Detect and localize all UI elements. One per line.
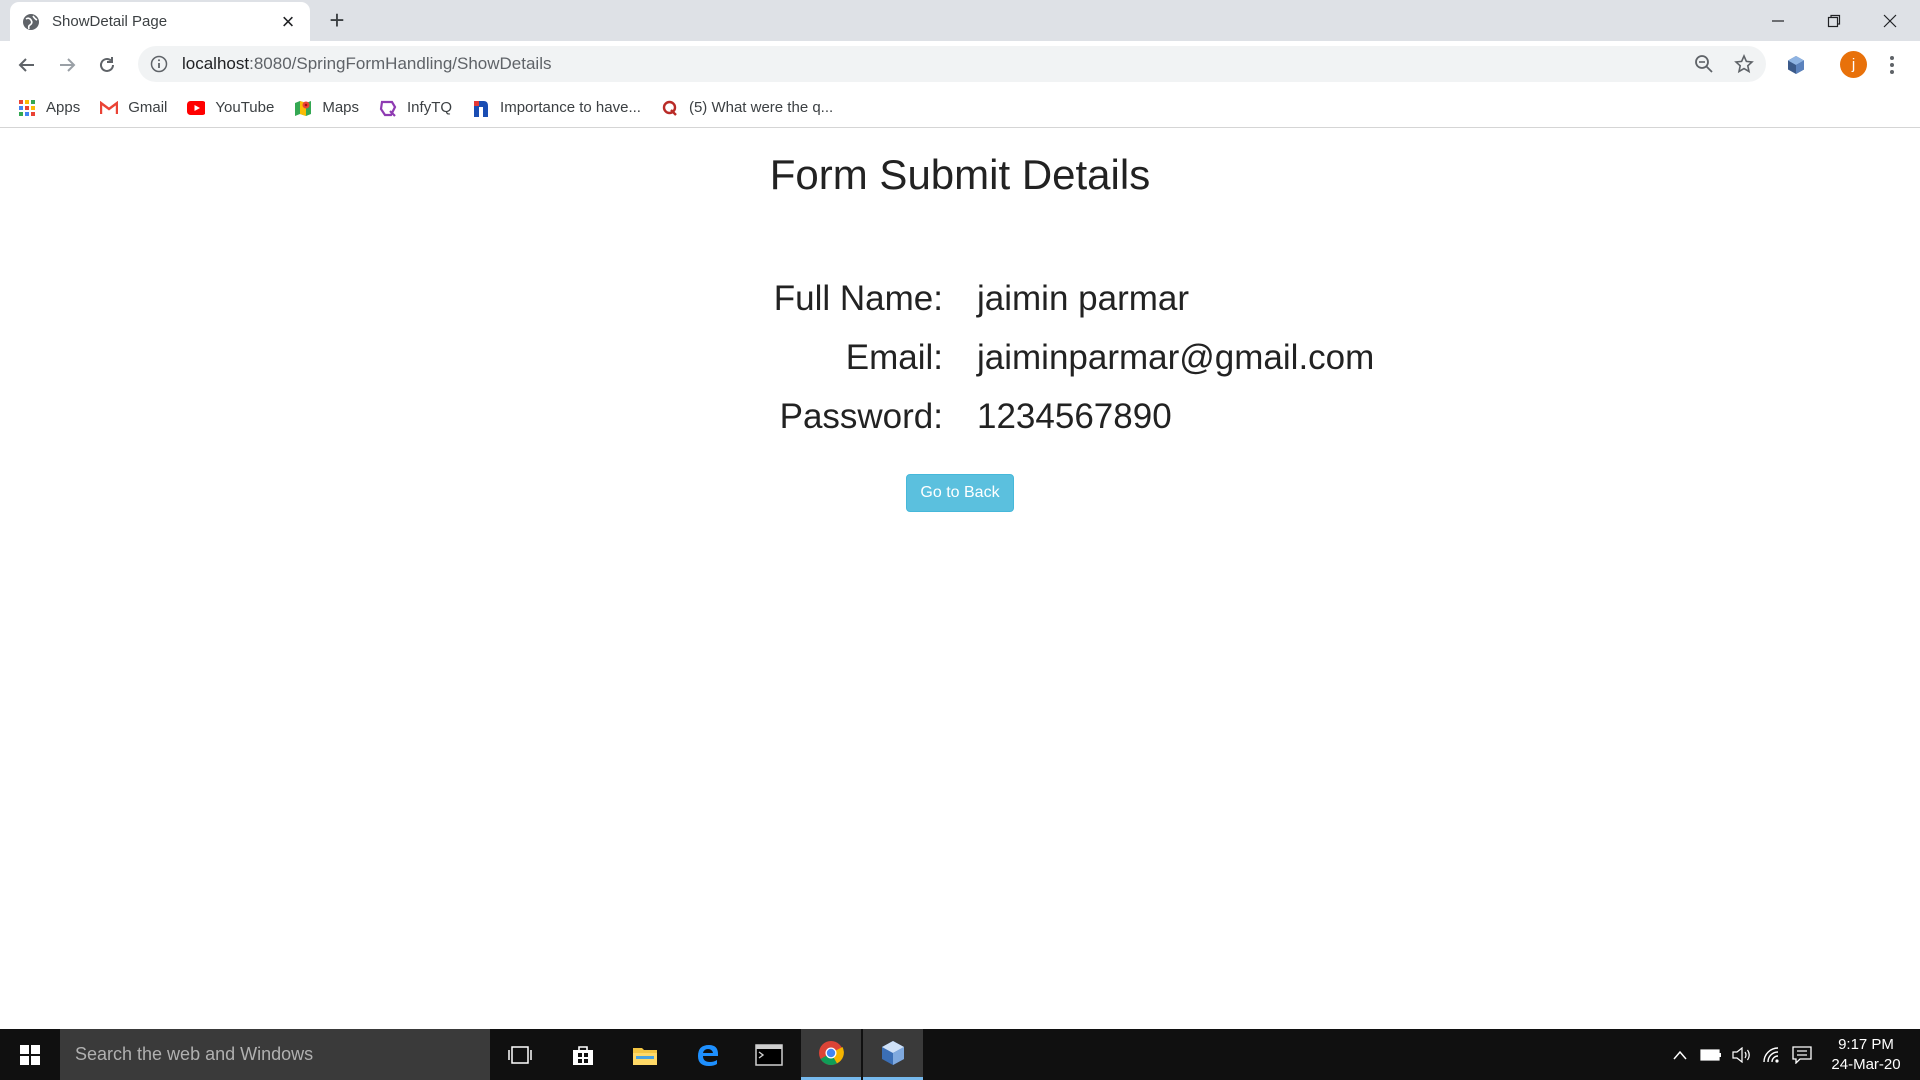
tab-strip: ShowDetail Page × + (0, 0, 1920, 41)
bookmark-importance[interactable]: Importance to have... (472, 99, 641, 117)
page-title: Form Submit Details (769, 151, 1151, 198)
bookmarks-bar: Apps Gmail YouTube Maps InfyTQ Importanc… (0, 88, 1920, 128)
tray-battery[interactable] (1696, 1029, 1726, 1080)
taskbar-edge[interactable] (678, 1029, 738, 1080)
bookmark-label: InfyTQ (407, 99, 453, 116)
cube-extension-icon (1788, 56, 1804, 74)
battery-icon (1700, 1048, 1721, 1061)
arrow-right-icon (60, 58, 76, 72)
quora-icon (661, 99, 679, 117)
detail-row-email: Email: jaiminparmar@gmail.com (0, 338, 1920, 397)
task-view-icon (508, 1045, 532, 1064)
close-window-button[interactable] (1862, 0, 1918, 41)
terminal-icon (755, 1043, 783, 1066)
menu-button[interactable] (1876, 49, 1908, 81)
page-content: Form Submit Details Full Name: jaimin pa… (0, 129, 1920, 1029)
address-bar[interactable]: localhost:8080/SpringFormHandling/ShowDe… (138, 46, 1766, 82)
maps-icon (294, 99, 312, 117)
cube-app-icon (882, 1041, 904, 1065)
bookmark-quora[interactable]: (5) What were the q... (661, 99, 833, 117)
bookmark-infytq[interactable]: InfyTQ (379, 99, 452, 117)
field-label: Email: (845, 338, 943, 377)
taskbar-search[interactable]: Search the web and Windows (60, 1029, 490, 1080)
profile-avatar[interactable]: j (1840, 51, 1867, 78)
reload-button[interactable] (91, 49, 123, 81)
bookmark-label: Maps (322, 99, 360, 116)
restore-button[interactable] (1806, 0, 1862, 41)
speaker-icon (1732, 1046, 1750, 1063)
taskbar-app-cube[interactable] (863, 1029, 923, 1080)
bookmark-maps[interactable]: Maps (294, 99, 359, 117)
youtube-icon (187, 99, 206, 117)
wifi-icon (1763, 1046, 1779, 1063)
tray-notifications[interactable] (1788, 1029, 1816, 1080)
detail-row-password: Password: 1234567890 (0, 397, 1920, 456)
field-value: jaimin parmar (977, 279, 1189, 318)
bookmark-apps[interactable]: Apps (18, 99, 80, 117)
browser-toolbar: localhost:8080/SpringFormHandling/ShowDe… (0, 41, 1920, 88)
bookmark-label: Apps (46, 99, 81, 116)
bookmark-label: YouTube (215, 99, 275, 116)
action-center-icon (1792, 1045, 1812, 1064)
tab-title: ShowDetail Page (52, 13, 168, 30)
taskbar-file-explorer[interactable] (615, 1029, 675, 1080)
field-label: Password: (779, 397, 943, 436)
url-text: localhost:8080/SpringFormHandling/ShowDe… (182, 54, 552, 74)
windows-logo-icon (20, 1044, 40, 1065)
star-icon (1734, 54, 1754, 74)
kebab-menu-icon (1890, 56, 1894, 74)
search-placeholder: Search the web and Windows (75, 1044, 314, 1064)
field-value: jaiminparmar@gmail.com (977, 338, 1375, 377)
close-icon (1883, 14, 1897, 27)
bookmark-n-icon (472, 99, 490, 117)
url-path: :8080/SpringFormHandling/ShowDetails (249, 54, 552, 73)
extension-button[interactable] (1780, 49, 1812, 81)
tab-close-icon[interactable]: × (278, 10, 298, 33)
minimize-icon (1772, 19, 1784, 22)
new-tab-button[interactable]: + (322, 6, 352, 36)
browser-tab[interactable]: ShowDetail Page × (10, 2, 310, 41)
infytq-icon (379, 99, 397, 117)
taskbar-clock[interactable]: 9:17 PM 24-Mar-20 (1818, 1035, 1914, 1075)
zoom-button[interactable] (1688, 48, 1720, 80)
restore-icon (1827, 14, 1841, 27)
store-icon (573, 1045, 593, 1065)
bookmark-youtube[interactable]: YouTube (187, 99, 274, 117)
detail-row-full-name: Full Name: jaimin parmar (0, 279, 1920, 338)
arrow-left-icon (18, 58, 34, 72)
info-icon[interactable] (150, 55, 168, 73)
zoom-out-icon (1695, 55, 1713, 73)
field-label: Full Name: (773, 279, 943, 318)
clock-time: 9:17 PM (1838, 1036, 1894, 1053)
taskbar-store[interactable] (553, 1029, 613, 1080)
field-value: 1234567890 (977, 397, 1172, 436)
task-view-button[interactable] (490, 1029, 550, 1080)
chevron-up-icon (1673, 1050, 1687, 1059)
bookmark-label: Gmail (128, 99, 168, 116)
forward-nav-button[interactable] (51, 49, 83, 81)
tray-volume[interactable] (1728, 1029, 1756, 1080)
minimize-button[interactable] (1750, 0, 1806, 41)
reload-icon (100, 57, 114, 72)
tray-overflow-button[interactable] (1668, 1029, 1692, 1080)
clock-date: 24-Mar-20 (1831, 1056, 1901, 1073)
taskbar-chrome[interactable] (801, 1029, 861, 1080)
start-button[interactable] (0, 1029, 60, 1080)
taskbar-cmd[interactable] (739, 1029, 799, 1080)
edge-icon (698, 1044, 718, 1066)
globe-icon (23, 13, 39, 30)
folder-icon (633, 1047, 657, 1065)
tray-wifi[interactable] (1758, 1029, 1786, 1080)
url-host: localhost (182, 54, 250, 73)
bookmark-label: Importance to have... (500, 99, 641, 116)
bookmark-gmail[interactable]: Gmail (100, 99, 167, 117)
bookmark-star-button[interactable] (1728, 48, 1760, 80)
gmail-icon (100, 99, 119, 117)
chrome-icon (819, 1041, 844, 1066)
go-back-button[interactable]: Go to Back (906, 474, 1014, 512)
windows-taskbar: Search the web and Windows 9:17 PM 24-Ma… (0, 1029, 1920, 1080)
bookmark-label: (5) What were the q... (688, 99, 834, 116)
apps-grid-icon (18, 99, 36, 117)
back-nav-button[interactable] (11, 49, 43, 81)
